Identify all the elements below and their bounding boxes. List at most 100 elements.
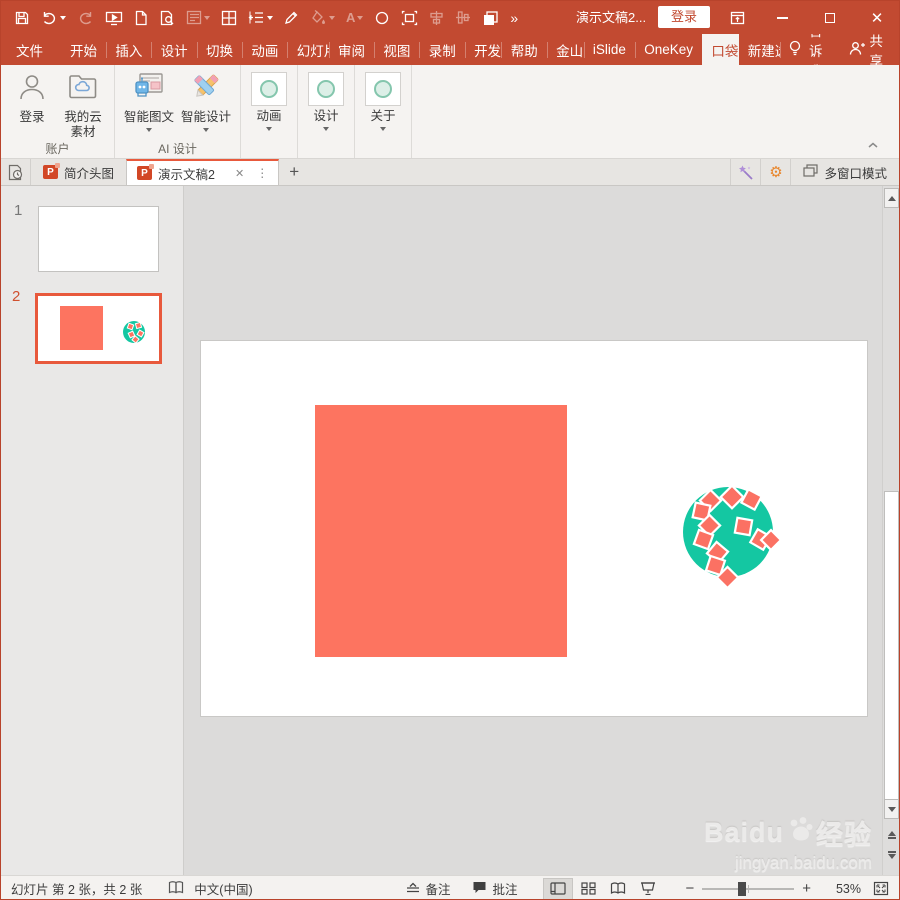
ppt-file-icon: P [137,164,155,180]
slideshow-from-current-icon[interactable] [105,10,123,26]
smart-design-label: 智能设计 [180,110,231,124]
tab-animations[interactable]: 动画 [242,34,287,65]
thumbnail-coral-square [60,306,103,350]
zoom-in-icon[interactable]: + [802,880,811,897]
undo-dropdown-icon[interactable] [60,15,66,20]
tab-new-tab-option[interactable]: 新建选项卡 [739,34,780,65]
slide-canvas-area[interactable]: Baidu 经验 jingyan.baidu.com [184,186,882,875]
coral-rectangle-shape[interactable] [315,405,567,657]
slide-sorter-view-icon[interactable] [573,878,603,900]
doc-tab-presentation2[interactable]: P 演示文稿2 ✕ ⋮ [126,159,280,185]
notes-button[interactable]: 备注 [406,879,450,898]
tab-kingsoft-pdf[interactable]: 金山PDF [547,34,583,65]
ppt-file-icon: P [43,163,60,179]
app-window: A » 演示文稿2... 登录 ✕ 文件 开始 插入 设计 切换 动画 幻灯片放… [0,0,900,900]
doc-tab-presentation2-label: 演示文稿2 [158,167,215,182]
pin-window-icon[interactable] [721,1,753,34]
format-painter-pen-icon[interactable] [284,10,299,25]
close-doc-tab-icon[interactable]: ✕ [235,167,244,180]
tab-onekey[interactable]: OneKey [635,34,702,65]
zoom-percentage[interactable]: 53% [827,882,861,896]
tab-help[interactable]: 帮助 [502,34,547,65]
tab-islide[interactable]: iSlide [584,34,635,65]
tab-review[interactable]: 审阅 [329,34,374,65]
tab-design[interactable]: 设计 [152,34,197,65]
tab-home[interactable]: 开始 [61,34,106,65]
fit-selection-icon[interactable] [401,10,418,26]
spellcheck-icon[interactable] [168,880,184,898]
outline-indent-icon[interactable] [248,10,273,25]
slide-2-thumbnail[interactable] [35,293,162,364]
maximize-button[interactable] [813,1,847,34]
share-person-icon [849,41,865,59]
slide-layout-dropdown-icon [204,15,210,20]
recent-documents-icon[interactable] [1,159,31,185]
tab-developer[interactable]: 开发工具 [465,34,501,65]
doc-tab-menu-icon[interactable]: ⋮ [256,166,268,180]
fill-color-dropdown-icon [329,15,335,20]
slide-1-thumbnail[interactable] [38,206,159,272]
next-slide-icon[interactable] [884,847,899,863]
tab-file[interactable]: 文件 [1,34,58,65]
slideshow-view-icon[interactable] [633,878,663,900]
comments-label: 批注 [492,883,518,897]
tab-pocket-animation[interactable]: 口袋动画 [702,34,739,65]
shape-circle-icon[interactable] [374,10,390,26]
comments-button[interactable]: 批注 [472,879,517,898]
smart-design-button[interactable]: 智能设计 [180,72,232,132]
thumbnail-confetti-circle [121,319,147,350]
vertical-scrollbar[interactable] [882,186,899,875]
new-document-icon[interactable] [134,10,148,26]
scrollbar-thumb[interactable] [884,491,899,811]
watermark-brand: Baidu [703,817,784,847]
previous-slide-icon[interactable] [884,827,899,843]
about-button[interactable]: 关于 [363,72,403,131]
language-status[interactable]: 中文(中国) [194,879,252,898]
share-control[interactable]: 共享 [849,30,883,70]
more-commands-icon[interactable]: » [510,10,518,26]
animation-button[interactable]: 动画 [249,72,289,131]
tab-record[interactable]: 录制 [420,34,465,65]
multi-window-mode-button[interactable]: 多窗口模式 [790,159,899,185]
tab-insert[interactable]: 插入 [106,34,151,65]
align-horizontal-icon [429,10,444,26]
settings-gear-icon[interactable]: ⚙ [760,159,790,185]
magic-wand-icon[interactable] [730,159,760,185]
tell-me-control[interactable]: 告诉我 [788,24,823,79]
fit-to-window-icon[interactable] [873,881,889,896]
ribbon: 登录 我的云素材 账户 智能图文 智能设计 AI 设计 动画 设计 关于 [1,65,899,159]
document-tab-bar: P 简介头图 P 演示文稿2 ✕ ⋮ + ⚙ 多窗口模式 [1,159,899,186]
titlebar-login-button[interactable]: 登录 [658,6,711,28]
close-button[interactable]: ✕ [859,1,895,34]
smart-graphics-button[interactable]: 智能图文 [123,72,175,132]
tab-slideshow[interactable]: 幻灯片放映 [288,34,329,65]
zoom-slider[interactable] [702,881,795,896]
confetti-circle-shape[interactable] [660,461,796,602]
reading-view-icon[interactable] [603,878,633,900]
scroll-down-icon[interactable] [884,799,899,819]
undo-icon[interactable] [41,10,66,25]
design-button[interactable]: 设计 [306,72,346,131]
scroll-up-icon[interactable] [884,188,899,208]
tab-view[interactable]: 视图 [374,34,419,65]
slide-counter: 幻灯片 第 2 张，共 2 张 [11,883,143,897]
layers-icon[interactable] [482,10,499,26]
collapse-ribbon-icon[interactable] [867,136,879,154]
zoom-slider-thumb[interactable] [738,881,747,896]
doc-tab-intro[interactable]: P 简介头图 [31,159,126,185]
save-icon[interactable] [14,10,30,26]
outline-dropdown-icon[interactable] [267,15,273,20]
minimize-button[interactable] [765,1,799,34]
zoom-out-icon[interactable]: − [685,880,694,897]
crossed-pencils-icon [189,72,223,107]
my-cloud-assets-button[interactable]: 我的云素材 [60,72,106,140]
slide-editing-surface[interactable] [200,340,868,717]
new-doc-tab-icon[interactable]: + [279,159,309,185]
normal-view-icon[interactable] [543,877,574,899]
animation-dropdown-icon [266,127,272,131]
grid-view-icon[interactable] [221,10,237,26]
tab-transitions[interactable]: 切换 [197,34,242,65]
login-button[interactable]: 登录 [9,72,55,125]
person-icon [17,72,47,107]
print-preview-icon[interactable] [159,10,175,26]
